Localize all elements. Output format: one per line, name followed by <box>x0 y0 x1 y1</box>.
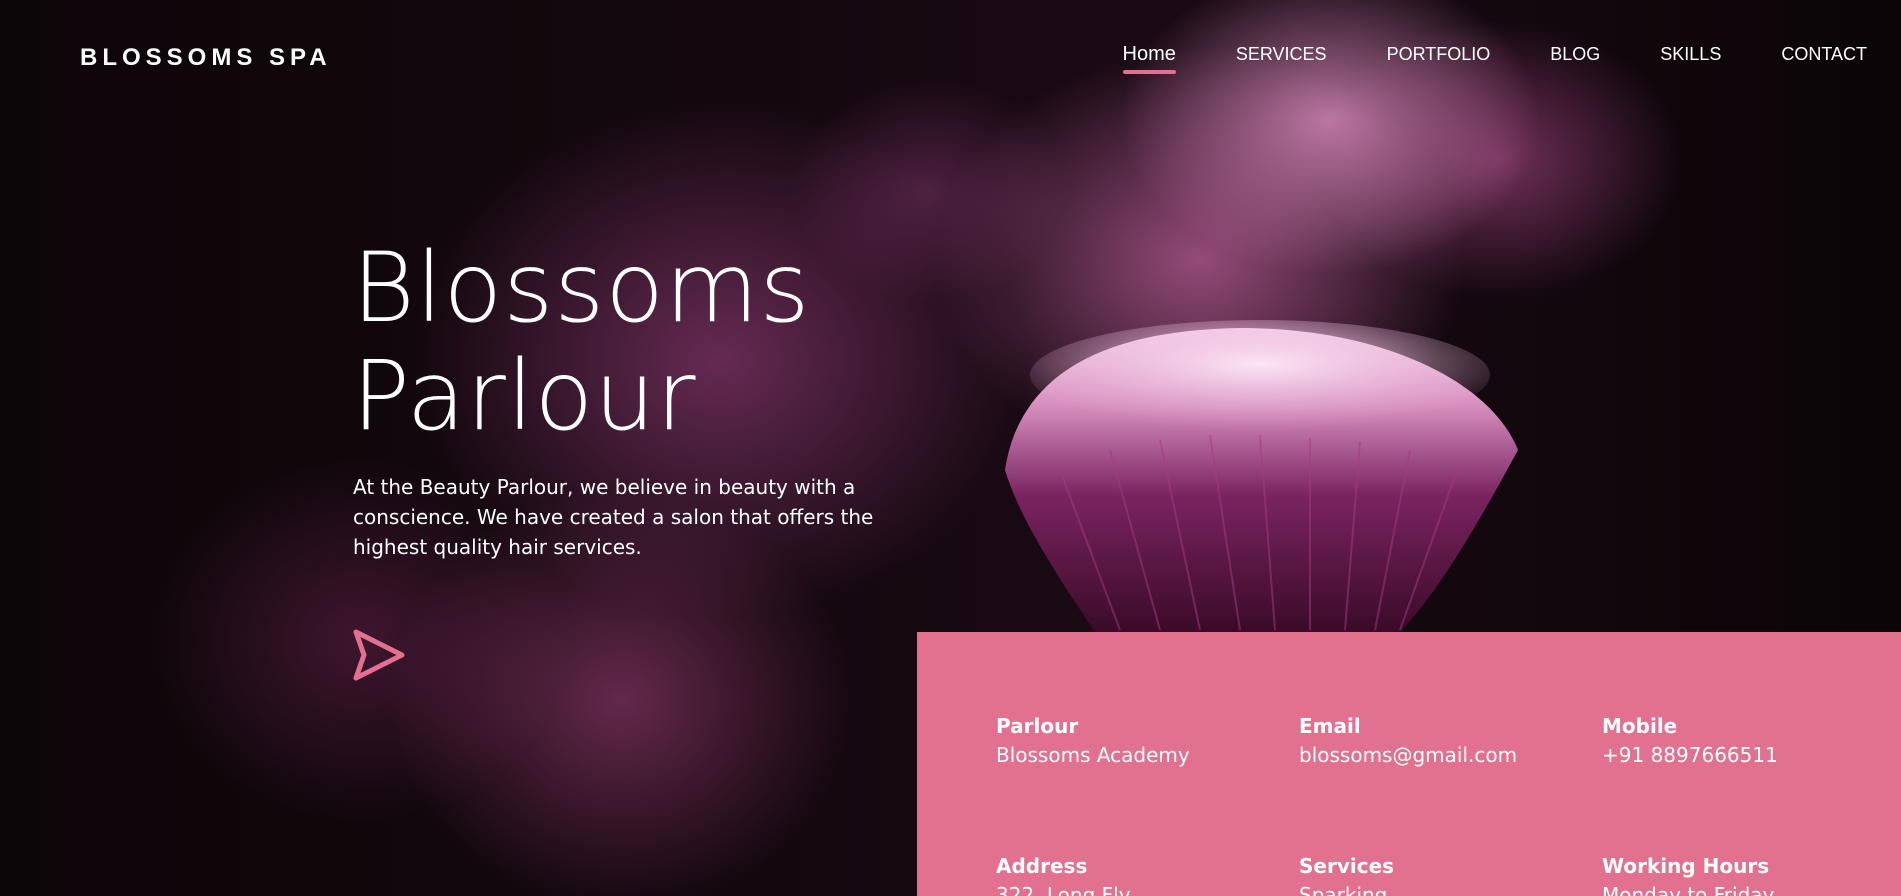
nav-item-contact[interactable]: CONTACT <box>1781 44 1867 67</box>
info-email-value[interactable]: blossoms@gmail.com <box>1299 740 1517 770</box>
info-email-label: Email <box>1299 714 1361 738</box>
info-hours-value: Monday to Friday <box>1602 883 1775 896</box>
contact-info-panel: Parlour Blossoms Academy Email blossoms@… <box>917 632 1901 896</box>
nav-item-home[interactable]: Home <box>1122 43 1177 74</box>
hero-description: At the Beauty Parlour, we believe in bea… <box>353 475 874 559</box>
info-mobile-value[interactable]: +91 8897666511 <box>1602 740 1778 770</box>
hero-title: Blossoms Parlour <box>352 234 811 450</box>
nav-item-portfolio[interactable]: PORTFOLIO <box>1387 44 1491 67</box>
hero-title-line1: Blossoms <box>352 232 811 344</box>
hero-title-line2: Parlour <box>352 340 697 452</box>
info-email: Email blossoms@gmail.com <box>1299 712 1517 770</box>
info-services-label: Services <box>1299 854 1395 878</box>
hero-section: BLOSSOMS SPA Home SERVICES PORTFOLIO BLO… <box>0 0 1901 896</box>
info-mobile-label: Mobile <box>1602 714 1678 738</box>
info-address: Address 322, Long Fly <box>996 852 1131 896</box>
nav-item-services[interactable]: SERVICES <box>1236 44 1327 67</box>
info-parlour-value: Blossoms Academy <box>996 743 1190 767</box>
info-services-value: Sparking <box>1299 883 1388 896</box>
info-address-value: 322, Long Fly <box>996 883 1131 896</box>
nav-item-skills[interactable]: SKILLS <box>1660 44 1721 67</box>
info-parlour: Parlour Blossoms Academy <box>996 712 1190 770</box>
info-services: Services Sparking <box>1299 852 1394 896</box>
info-mobile: Mobile +91 8897666511 <box>1602 712 1778 770</box>
site-logo[interactable]: BLOSSOMS SPA <box>80 44 332 72</box>
play-outline-icon[interactable] <box>352 628 406 682</box>
nav-item-blog[interactable]: BLOG <box>1550 44 1600 67</box>
main-nav: Home SERVICES PORTFOLIO BLOG SKILLS CONT… <box>1063 43 1867 74</box>
info-hours: Working Hours Monday to Friday <box>1602 852 1774 896</box>
info-address-label: Address <box>996 854 1088 878</box>
info-parlour-label: Parlour <box>996 714 1079 738</box>
info-hours-label: Working Hours <box>1602 854 1770 878</box>
